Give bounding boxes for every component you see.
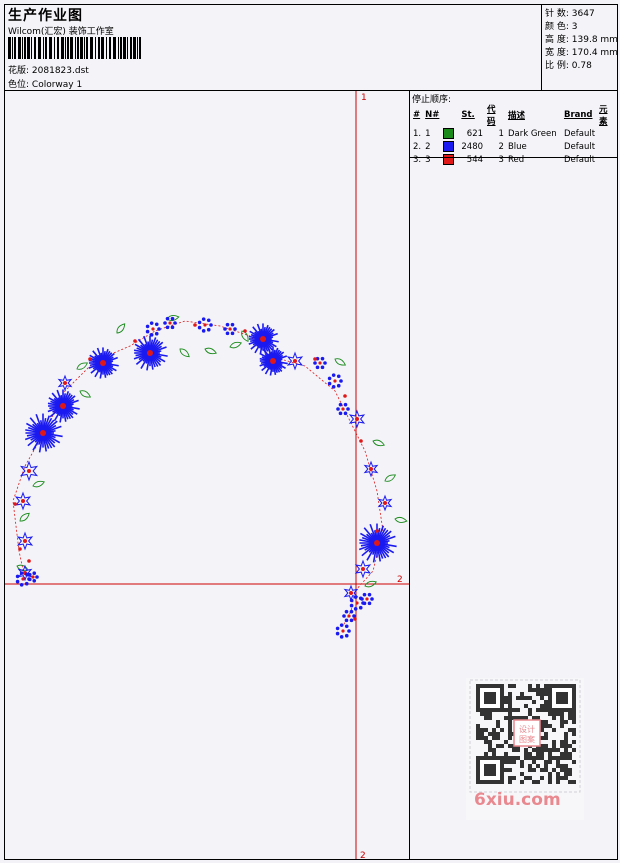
svg-text:设计: 设计: [519, 724, 535, 734]
table-divider: [410, 157, 618, 158]
stat-scale: 比 例: 0.78: [545, 61, 592, 71]
red-accent: [18, 547, 22, 551]
red-accent: [243, 329, 247, 333]
svg-text:图案: 图案: [519, 734, 535, 744]
dot-cluster: [223, 322, 237, 336]
col-index: #: [413, 110, 421, 120]
leaf: [19, 512, 30, 522]
file-value: 2081823.dst: [31, 66, 89, 76]
color-swatch: [443, 128, 455, 139]
guide-marker-bottom: 2: [360, 851, 366, 859]
dot-cluster: [145, 321, 161, 337]
dot-cluster: [335, 623, 351, 639]
red-accent: [193, 323, 197, 327]
leaf: [334, 358, 347, 366]
red-accent: [353, 617, 357, 621]
colorway-line: 色位: Colorway 1: [8, 77, 82, 90]
leaf: [76, 362, 89, 370]
colorway-label: 色位:: [8, 80, 30, 90]
color-swatch: [443, 154, 455, 165]
big-flower: [133, 335, 168, 371]
star-flower: [57, 374, 73, 392]
design-canvas: 1 2 2: [5, 91, 409, 861]
leaf: [384, 474, 397, 482]
col-stitches: St.: [461, 110, 475, 120]
leaf: [79, 390, 92, 398]
watermark-logo: 6xiu.com: [474, 790, 561, 810]
red-accent: [13, 502, 17, 506]
col-element: 元素: [599, 105, 608, 127]
big-flower: [358, 523, 397, 563]
col-brand: Brand: [563, 110, 593, 120]
stat-stitches: 针 数: 3647: [545, 9, 595, 19]
col-n: N#: [425, 110, 440, 120]
red-accent: [359, 439, 363, 443]
dot-cluster: [197, 317, 213, 333]
red-accent: [27, 559, 31, 563]
leaf: [204, 347, 218, 355]
table-row: 2. 2 2480 2 Blue Default: [413, 141, 596, 152]
star-flower: [377, 494, 393, 512]
leaf: [229, 341, 243, 349]
leaf: [32, 480, 46, 488]
star-flower: [19, 460, 39, 482]
red-accent: [88, 357, 92, 361]
star-flower: [16, 531, 34, 551]
big-flower: [47, 389, 80, 423]
leaf: [394, 516, 408, 523]
leaf: [372, 439, 386, 447]
star-flower: [348, 409, 366, 429]
dot-cluster: [27, 571, 39, 583]
star-flower: [286, 351, 304, 371]
color-swatch: [443, 141, 455, 152]
stat-height: 高 度: 139.8 mm: [545, 35, 618, 45]
company-name: Wilcom(汇宏) 装饰工作室: [8, 27, 114, 37]
file-line: 花版: 2081823.dst: [8, 63, 89, 76]
table-row: 3. 3 544 3 Red Default: [413, 154, 596, 165]
leaf: [179, 348, 190, 358]
big-flower: [259, 346, 288, 376]
dot-cluster: [327, 373, 343, 389]
guide-marker-right: 2: [397, 575, 403, 585]
header: 生产作业图 Wilcom(汇宏) 装饰工作室 花版: 2081823.dst 色…: [5, 5, 618, 91]
leaf: [116, 323, 126, 334]
col-desc: 描述: [507, 111, 525, 121]
stat-width: 宽 度: 170.4 mm: [545, 48, 618, 58]
embroidery-design: 1 2 2: [5, 91, 409, 861]
star-flower: [363, 460, 379, 478]
col-code: 代码: [487, 105, 496, 127]
red-accent: [343, 394, 347, 398]
colorway-value: Colorway 1: [31, 80, 83, 90]
file-label: 花版:: [8, 66, 30, 76]
red-accent: [133, 339, 137, 343]
table-row: 1. 1 621 1 Dark Green Default: [413, 128, 596, 139]
red-accent: [375, 529, 379, 533]
big-flower: [24, 413, 63, 453]
dot-cluster: [336, 402, 350, 416]
red-accent: [313, 357, 317, 361]
page-title: 生产作业图: [8, 8, 83, 24]
barcode: [8, 37, 141, 59]
big-flower: [88, 347, 119, 379]
col-swatch: [441, 103, 459, 127]
star-flower: [14, 491, 32, 511]
vine-stitch: [12, 320, 384, 627]
stats-panel: 针 数: 3647 颜 色: 3 高 度: 139.8 mm 宽 度: 170.…: [541, 5, 618, 90]
star-flower: [354, 559, 372, 579]
leaf: [16, 564, 30, 572]
stat-colors: 颜 色: 3: [545, 22, 578, 32]
guide-marker-top: 1: [361, 93, 367, 103]
